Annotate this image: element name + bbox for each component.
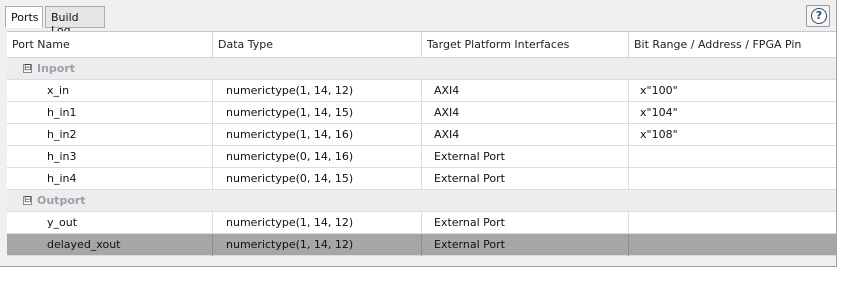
interface-cell[interactable]: External Port bbox=[422, 168, 629, 190]
bit-range-cell[interactable]: x"100" bbox=[629, 80, 836, 102]
ports-table: Port Name Data Type Target Platform Inte… bbox=[7, 31, 836, 256]
table-row[interactable]: h_in4 numerictype(0, 14, 15) External Port bbox=[7, 168, 836, 190]
bit-range-cell[interactable]: x"104" bbox=[629, 102, 836, 124]
column-header-data-type[interactable]: Data Type bbox=[213, 32, 422, 58]
interface-cell[interactable]: AXI4 bbox=[422, 124, 629, 146]
port-name-cell[interactable]: h_in2 bbox=[7, 124, 213, 146]
table-row[interactable]: y_out numerictype(1, 14, 12) External Port bbox=[7, 212, 836, 234]
data-type-cell[interactable]: numerictype(1, 14, 12) bbox=[213, 212, 422, 234]
port-name-cell[interactable]: delayed_xout bbox=[7, 234, 213, 256]
bit-range-cell[interactable] bbox=[629, 212, 836, 234]
interface-cell[interactable]: External Port bbox=[422, 212, 629, 234]
help-button[interactable]: ? bbox=[806, 5, 830, 27]
data-type-cell[interactable]: numerictype(1, 14, 16) bbox=[213, 124, 422, 146]
group-label: Outport bbox=[37, 194, 86, 207]
port-interface-panel: Ports Build Log ? Port Name Data Type Ta… bbox=[0, 0, 837, 267]
bit-range-cell[interactable] bbox=[629, 234, 836, 256]
interface-cell[interactable]: External Port bbox=[422, 234, 629, 256]
help-icon: ? bbox=[811, 8, 827, 24]
data-type-cell[interactable]: numerictype(1, 14, 15) bbox=[213, 102, 422, 124]
tab-build-log[interactable]: Build Log bbox=[45, 6, 105, 37]
port-name-cell[interactable]: x_in bbox=[7, 80, 213, 102]
bit-range-cell[interactable]: x"108" bbox=[629, 124, 836, 146]
table-row[interactable]: delayed_xout numerictype(1, 14, 12) Extern… bbox=[7, 234, 836, 256]
interface-cell[interactable]: External Port bbox=[422, 146, 629, 168]
bit-range-cell[interactable] bbox=[629, 146, 836, 168]
collapse-icon[interactable]: ⊟ bbox=[23, 196, 32, 205]
collapse-icon[interactable]: ⊟ bbox=[23, 64, 32, 73]
group-row-inport[interactable]: ⊟ Inport bbox=[7, 58, 836, 80]
data-type-cell[interactable]: numerictype(1, 14, 12) bbox=[213, 234, 422, 256]
tab-bar: Ports Build Log ? bbox=[0, 0, 836, 37]
column-header-bit-range[interactable]: Bit Range / Address / FPGA Pin bbox=[629, 32, 836, 58]
group-row-outport[interactable]: ⊟ Outport bbox=[7, 190, 836, 212]
interface-cell[interactable]: AXI4 bbox=[422, 102, 629, 124]
bit-range-cell[interactable] bbox=[629, 168, 836, 190]
tab-ports[interactable]: Ports bbox=[5, 6, 43, 28]
port-name-cell[interactable]: h_in1 bbox=[7, 102, 213, 124]
data-type-cell[interactable]: numerictype(0, 14, 15) bbox=[213, 168, 422, 190]
table-row[interactable]: x_in numerictype(1, 14, 12) AXI4 x"100" bbox=[7, 80, 836, 102]
data-type-cell[interactable]: numerictype(1, 14, 12) bbox=[213, 80, 422, 102]
port-name-cell[interactable]: h_in4 bbox=[7, 168, 213, 190]
interface-cell[interactable]: AXI4 bbox=[422, 80, 629, 102]
data-type-cell[interactable]: numerictype(0, 14, 16) bbox=[213, 146, 422, 168]
column-header-port-name[interactable]: Port Name bbox=[7, 32, 213, 58]
port-name-cell[interactable]: h_in3 bbox=[7, 146, 213, 168]
table-row[interactable]: h_in3 numerictype(0, 14, 16) External Port bbox=[7, 146, 836, 168]
table-row[interactable]: h_in1 numerictype(1, 14, 15) AXI4 x"104" bbox=[7, 102, 836, 124]
group-label: Inport bbox=[37, 62, 76, 75]
table-header: Port Name Data Type Target Platform Inte… bbox=[7, 32, 836, 58]
port-name-cell[interactable]: y_out bbox=[7, 212, 213, 234]
table-row[interactable]: h_in2 numerictype(1, 14, 16) AXI4 x"108" bbox=[7, 124, 836, 146]
column-header-target-interface[interactable]: Target Platform Interfaces bbox=[422, 32, 629, 58]
